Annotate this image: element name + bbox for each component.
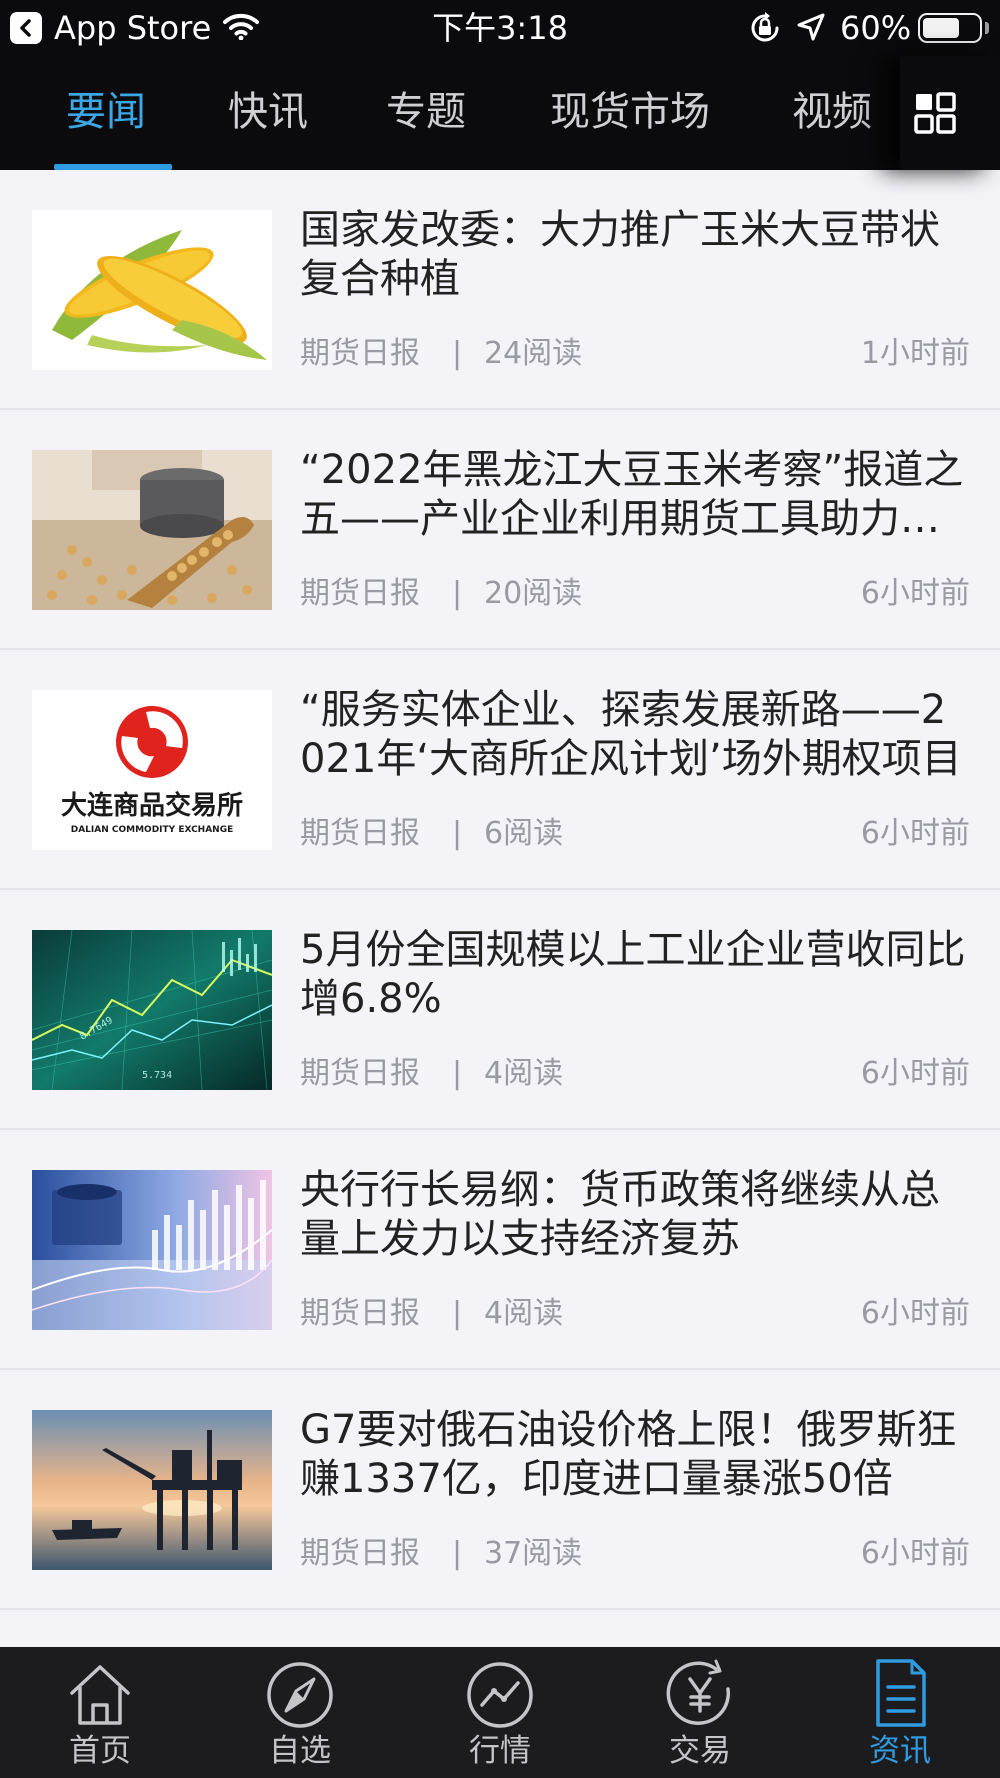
news-read-count: 4阅读 xyxy=(484,1056,564,1091)
channel-tab-bar: 要闻 快讯 专题 现货市场 视频 xyxy=(0,56,1000,170)
news-title: “2022年黑龙江大豆玉米考察”报道之五——产业企业利用期货工具助力大豆产业发展 xyxy=(300,447,964,542)
tab-spot-market[interactable]: 现货市场 xyxy=(550,84,710,140)
news-source: 期货日报 xyxy=(300,816,420,851)
dce-swirl-logo xyxy=(116,706,188,778)
news-title: 5月份全国规模以上工业企业营收同比增6.8% xyxy=(300,927,966,1022)
news-title: “服务实体企业、探索发展新路——2021年‘大商所企风计划’场外期权项目 xyxy=(300,687,962,782)
news-meta: 期货日报 | 24阅读 1小时前 xyxy=(300,332,970,376)
document-icon xyxy=(876,1659,926,1727)
finance-data-image: 8.7649 5.734 xyxy=(32,930,272,1090)
news-read-count: 24阅读 xyxy=(484,336,583,371)
tab-yaowen[interactable]: 要闻 xyxy=(66,84,146,140)
bottom-tab-label: 资讯 xyxy=(869,1733,931,1769)
news-source: 期货日报 xyxy=(300,1056,420,1091)
meta-separator: | xyxy=(452,1056,463,1091)
dce-logo-text: 大连商品交易所 xyxy=(61,790,243,821)
grid-icon xyxy=(914,92,956,134)
bottom-tab-watchlist[interactable]: 自选 xyxy=(200,1647,400,1778)
bottom-tab-home[interactable]: 首页 xyxy=(0,1647,200,1778)
news-meta: 期货日报 | 4阅读 6小时前 xyxy=(300,1292,970,1336)
news-time: 1小时前 xyxy=(860,336,970,371)
news-meta: 期货日报 | 20阅读 6小时前 xyxy=(300,572,970,616)
rotation-lock-icon xyxy=(751,12,779,42)
tab-zhuanti[interactable]: 专题 xyxy=(386,84,466,140)
news-time: 6小时前 xyxy=(860,1536,970,1571)
news-title: 央行行长易纲：货币政策将继续从总量上发力以支持经济复苏 xyxy=(300,1167,940,1262)
news-time: 6小时前 xyxy=(860,816,970,851)
news-list: 国家发改委：大力推广玉米大豆带状复合种植 期货日报 | 24阅读 1小时前 “2… xyxy=(0,170,1000,1610)
bottom-tab-news[interactable]: 资讯 xyxy=(800,1647,1000,1778)
trend-icon xyxy=(467,1662,533,1728)
bottom-tab-label: 自选 xyxy=(269,1733,331,1769)
news-item[interactable]: “2022年黑龙江大豆玉米考察”报道之五——产业企业利用期货工具助力大豆产业发展… xyxy=(0,410,1000,650)
meta-separator: | xyxy=(452,1296,463,1331)
channel-menu-button[interactable] xyxy=(900,56,1000,170)
news-time: 6小时前 xyxy=(860,1296,970,1331)
news-item[interactable]: 国家发改委：大力推广玉米大豆带状复合种植 期货日报 | 24阅读 1小时前 xyxy=(0,170,1000,410)
news-title: G7要对俄石油设价格上限！俄罗斯狂赚1337亿，印度进口量暴涨50倍 xyxy=(300,1407,957,1502)
news-item[interactable]: G7要对俄石油设价格上限！俄罗斯狂赚1337亿，印度进口量暴涨50倍 期货日报 … xyxy=(0,1370,1000,1610)
location-arrow-icon xyxy=(797,13,825,41)
meta-separator: | xyxy=(452,816,463,851)
bottom-tab-bar: 首页 自选 行情 交易 资讯 xyxy=(0,1647,1000,1778)
battery-percent: 60% xyxy=(840,9,912,47)
news-item[interactable]: 央行行长易纲：货币政策将继续从总量上发力以支持经济复苏 期货日报 | 4阅读 6… xyxy=(0,1130,1000,1370)
meta-separator: | xyxy=(452,576,463,611)
battery-tip xyxy=(985,22,989,34)
candlestick-chart-image xyxy=(32,1170,272,1330)
home-icon xyxy=(70,1665,130,1725)
news-meta: 期货日报 | 6阅读 6小时前 xyxy=(300,812,970,856)
compass-icon xyxy=(267,1662,333,1728)
news-source: 期货日报 xyxy=(300,1296,420,1331)
news-time: 6小时前 xyxy=(860,576,970,611)
bottom-tab-label: 交易 xyxy=(669,1733,731,1769)
corn-image xyxy=(32,210,272,370)
news-title: 国家发改委：大力推广玉米大豆带状复合种植 xyxy=(300,207,940,302)
bottom-tab-market[interactable]: 行情 xyxy=(400,1647,600,1778)
news-meta: 期货日报 | 37阅读 6小时前 xyxy=(300,1532,970,1576)
status-bar: App Store 下午3:18 60% xyxy=(0,0,1000,56)
yuan-icon xyxy=(666,1659,731,1725)
bottom-tab-trade[interactable]: 交易 xyxy=(600,1647,800,1778)
dce-logo-subtext: DALIAN COMMODITY EXCHANGE xyxy=(71,825,234,835)
battery-fill xyxy=(923,18,959,38)
news-meta: 期货日报 | 4阅读 6小时前 xyxy=(300,1052,970,1096)
battery-icon xyxy=(918,13,982,43)
news-item[interactable]: 8.7649 5.734 5月份全国规模以上工业企业营收同比增6.8% 期货日报… xyxy=(0,890,1000,1130)
news-time: 6小时前 xyxy=(860,1056,970,1091)
news-source: 期货日报 xyxy=(300,1536,420,1571)
news-read-count: 37阅读 xyxy=(484,1536,583,1571)
news-source: 期货日报 xyxy=(300,336,420,371)
news-read-count: 6阅读 xyxy=(484,816,564,851)
news-source: 期货日报 xyxy=(300,576,420,611)
news-read-count: 20阅读 xyxy=(484,576,583,611)
tab-kuaixun[interactable]: 快讯 xyxy=(228,84,308,140)
tab-video[interactable]: 视频 xyxy=(792,84,872,140)
news-item[interactable]: 大连商品交易所 DALIAN COMMODITY EXCHANGE “服务实体企… xyxy=(0,650,1000,890)
dce-logo-image: 大连商品交易所 DALIAN COMMODITY EXCHANGE xyxy=(32,690,272,850)
oil-platform-image xyxy=(32,1410,272,1570)
soybeans-image xyxy=(32,450,272,610)
news-read-count: 4阅读 xyxy=(484,1296,564,1331)
bottom-tab-label: 首页 xyxy=(69,1733,131,1769)
bottom-tab-label: 行情 xyxy=(469,1733,531,1769)
overlay-number-b: 5.734 xyxy=(142,1070,172,1081)
meta-separator: | xyxy=(452,336,463,371)
meta-separator: | xyxy=(452,1536,463,1571)
